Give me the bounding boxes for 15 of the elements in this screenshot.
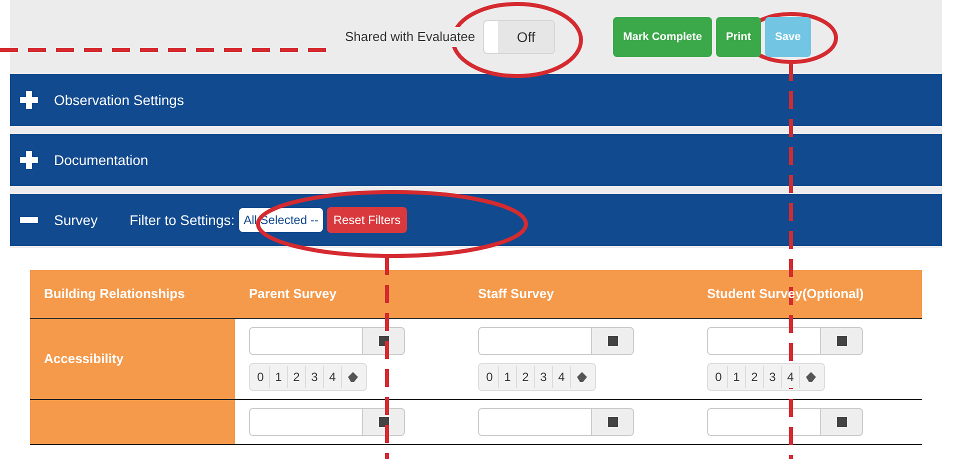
- row-label: Accessibility: [44, 350, 124, 368]
- section-header[interactable]: Observation Settings: [10, 74, 942, 126]
- section-title: Survey: [54, 210, 98, 230]
- reset-filters-button[interactable]: Reset Filters: [327, 207, 407, 233]
- shared-toggle[interactable]: Off: [483, 20, 556, 54]
- filter-label: Filter to Settings:: [130, 210, 235, 230]
- corner-header: Building Relationships: [44, 286, 185, 301]
- column-header: Parent Survey: [249, 286, 336, 301]
- column-header: Staff Survey: [478, 286, 554, 301]
- section-title: Observation Settings: [54, 90, 184, 110]
- section-header[interactable]: Documentation: [10, 134, 942, 186]
- shared-label: Shared with Evaluatee: [345, 27, 476, 47]
- section-title: Documentation: [54, 150, 148, 170]
- filter-select[interactable]: All Selected --: [238, 208, 324, 232]
- section-header[interactable]: Survey Filter to Settings: All Selected -- Reset Filters: [10, 194, 942, 246]
